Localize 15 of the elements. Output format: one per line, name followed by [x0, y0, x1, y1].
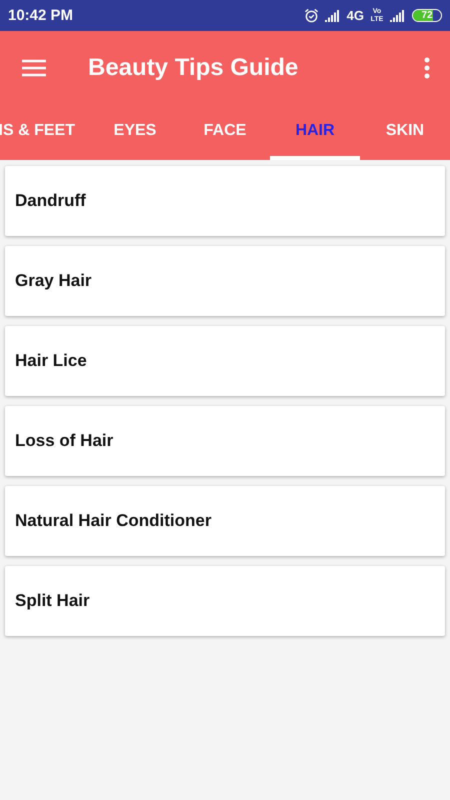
network-type: 4G — [346, 8, 364, 23]
alarm-clock-icon — [304, 8, 319, 23]
topic-card[interactable]: Gray Hair — [5, 246, 445, 316]
signal-icon — [324, 10, 341, 22]
battery-percent: 72 — [421, 10, 433, 21]
topic-card[interactable]: Natural Hair Conditioner — [5, 486, 445, 556]
signal-icon — [390, 10, 406, 22]
topic-card[interactable]: Split Hair — [5, 566, 445, 636]
app-title: Beauty Tips Guide — [88, 54, 300, 82]
more-options-icon[interactable] — [424, 57, 430, 79]
menu-icon[interactable] — [22, 59, 46, 77]
topic-card[interactable]: Dandruff — [5, 166, 445, 236]
topic-card[interactable]: Hair Lice — [5, 326, 445, 396]
topic-card[interactable]: Loss of Hair — [5, 406, 445, 476]
status-time: 10:42 PM — [8, 7, 74, 24]
